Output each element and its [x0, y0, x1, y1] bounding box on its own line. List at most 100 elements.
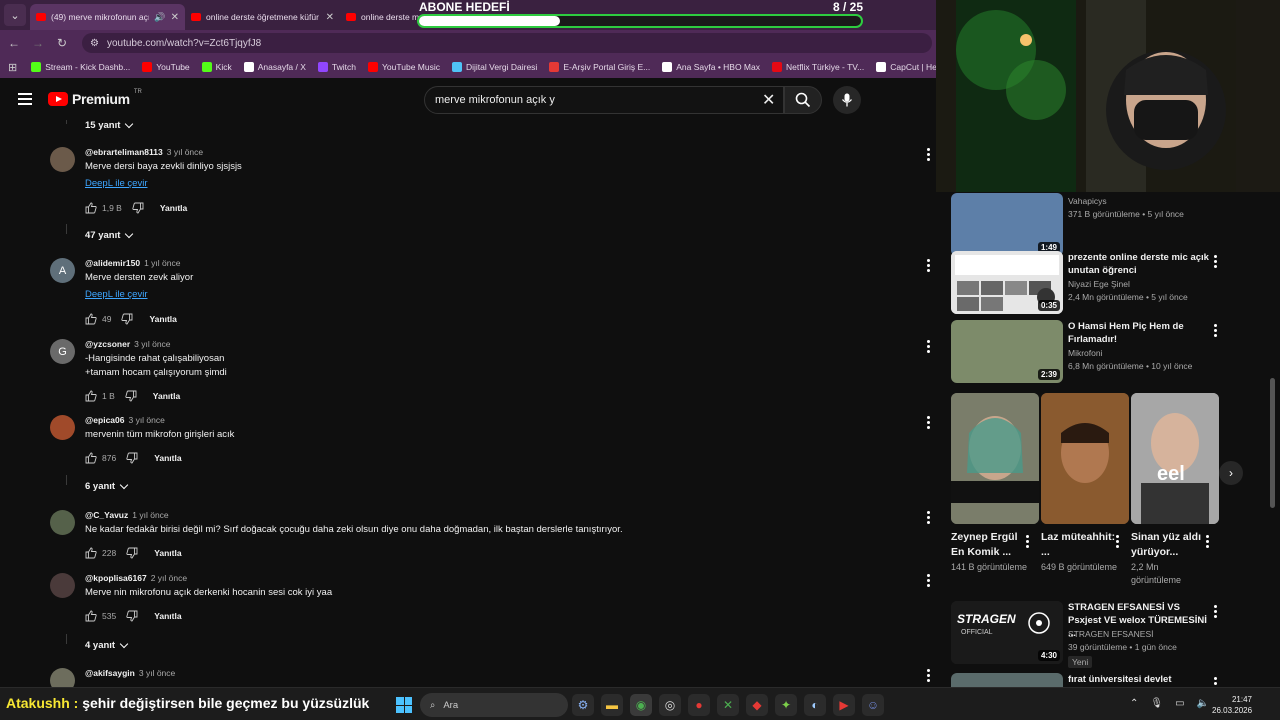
video-title[interactable]: O Hamsi Hem Piç Hem de Fırlamadır! [1068, 320, 1213, 346]
avatar[interactable] [50, 573, 75, 598]
short-thumbnail[interactable] [1041, 393, 1129, 524]
more-actions-icon[interactable] [926, 416, 930, 429]
sidebar-scrollbar[interactable] [1270, 378, 1275, 508]
search-input[interactable]: merve mikrofonun açık y [424, 86, 784, 114]
short-title[interactable]: Laz müteahhit: ... [1041, 530, 1116, 560]
reply-button[interactable]: Yanıtla [160, 203, 187, 213]
more-actions-icon[interactable] [926, 511, 930, 524]
file-explorer-icon[interactable]: ▬ [601, 694, 623, 716]
replies-toggle[interactable]: 4 yanıt [85, 639, 129, 651]
comment-author[interactable]: @alidemir150 [85, 258, 140, 268]
more-actions-icon[interactable] [1213, 605, 1217, 618]
site-info-icon[interactable]: ⚙ [90, 38, 99, 49]
more-actions-icon[interactable] [1213, 255, 1217, 268]
youtube-premium-logo[interactable]: Premium TR [48, 89, 142, 107]
obs-icon[interactable]: ◎ [659, 694, 681, 716]
comment-author[interactable]: @yzcsoner [85, 339, 130, 349]
short-card[interactable]: Laz müteahhit: ... 649 B görüntüleme [1041, 393, 1129, 572]
like-icon[interactable] [85, 202, 97, 214]
replies-toggle[interactable]: 6 yanıt [85, 480, 129, 492]
reply-button[interactable]: Yanıtla [149, 314, 176, 324]
menu-icon[interactable] [18, 93, 32, 105]
discord-icon[interactable]: ☺ [862, 694, 884, 716]
back-icon[interactable]: ← [4, 36, 24, 50]
avatar[interactable] [50, 147, 75, 172]
browser-tab-active[interactable]: (49) merve mikrofonun açık 🔊 ✕ [30, 4, 185, 30]
video-thumbnail[interactable]: 1:49 [951, 193, 1063, 256]
network-icon[interactable]: ▭ [1175, 698, 1184, 709]
microphone-icon[interactable]: 🎙 [1150, 698, 1163, 709]
short-title[interactable]: Sinan yüz aldı yürüyor... [1131, 530, 1206, 560]
comment-author[interactable]: @ebrarteliman8113 [85, 147, 163, 157]
video-thumbnail[interactable]: STRAGEN OFFICIAL 4:30 [951, 601, 1063, 664]
more-actions-icon[interactable] [926, 340, 930, 353]
bookmark-item[interactable]: E-Arşiv Portal Giriş E... [549, 62, 650, 72]
comment-time[interactable]: 1 yıl önce [144, 258, 180, 268]
settings-icon[interactable]: ⚙ [572, 694, 594, 716]
reload-icon[interactable]: ↻ [52, 36, 72, 50]
forward-icon[interactable]: → [28, 36, 48, 50]
short-thumbnail[interactable]: eel [1131, 393, 1219, 524]
capcut-icon[interactable]: ◆ [746, 694, 768, 716]
browser-tab[interactable]: online derste öğretmene küfür ✕ [185, 4, 340, 30]
like-icon[interactable] [85, 313, 97, 325]
apps-grid-icon[interactable]: ⊞ [8, 61, 17, 74]
bookmark-item[interactable]: Netflix Türkiye - TV... [772, 62, 864, 72]
reply-button[interactable]: Yanıtla [154, 611, 181, 621]
avatar[interactable] [50, 415, 75, 440]
bookmark-item[interactable]: Anasayfa / X [243, 62, 306, 72]
more-actions-icon[interactable] [926, 669, 930, 682]
more-actions-icon[interactable] [926, 259, 930, 272]
tab-close-icon[interactable]: ✕ [326, 12, 334, 23]
comment-time[interactable]: 1 yıl önce [132, 510, 168, 520]
short-title[interactable]: Zeynep Ergül En Komik ... [951, 530, 1026, 560]
video-title[interactable]: fırat üniversitesi devlet [1068, 673, 1213, 686]
comment-time[interactable]: 3 yıl önce [128, 415, 164, 425]
avatar[interactable] [50, 668, 75, 687]
video-thumbnail[interactable] [951, 673, 1063, 687]
bookmark-item[interactable]: YouTube [142, 62, 190, 72]
dislike-icon[interactable] [126, 610, 138, 622]
avatar[interactable] [50, 510, 75, 535]
voice-search-button[interactable] [833, 86, 861, 114]
recommended-video[interactable]: STRAGEN OFFICIAL 4:30 STRAGEN EFSANESİ VS P… [951, 601, 1280, 668]
more-actions-icon[interactable] [1213, 677, 1217, 687]
dislike-icon[interactable] [121, 313, 133, 325]
more-actions-icon[interactable] [1205, 535, 1209, 548]
recommended-video[interactable]: fırat üniversitesi devlet [951, 673, 1280, 687]
chevron-up-icon[interactable]: ⌃ [1130, 698, 1138, 709]
bookmark-item[interactable]: Kick [201, 62, 232, 72]
video-thumbnail[interactable]: 0:35 [951, 251, 1063, 314]
short-card[interactable]: Zeynep Ergül En Komik ... 141 B görüntüle… [951, 393, 1039, 572]
bookmark-item[interactable]: Ana Sayfa • HBO Max [662, 62, 760, 72]
recommended-video[interactable]: 0:35 prezente online derste mic açık unut… [951, 251, 1280, 315]
dislike-icon[interactable] [132, 202, 144, 214]
chrome-icon[interactable]: ◉ [630, 694, 652, 716]
shorts-next-button[interactable]: › [1219, 461, 1243, 485]
more-actions-icon[interactable] [1025, 535, 1029, 548]
comment-time[interactable]: 3 yıl önce [139, 668, 175, 678]
like-icon[interactable] [85, 610, 97, 622]
record-app-icon[interactable]: ● [688, 694, 710, 716]
bookmark-item[interactable]: Dijital Vergi Dairesi [451, 62, 537, 72]
reply-button[interactable]: Yanıtla [153, 391, 180, 401]
speaker-icon[interactable]: 🔊 [154, 12, 165, 23]
xbox-icon[interactable]: ✕ [717, 694, 739, 716]
translate-link[interactable]: DeepL ile çevir [85, 289, 147, 300]
translate-link[interactable]: DeepL ile çevir [85, 178, 147, 189]
comment-author[interactable]: @kpoplisa6167 [85, 573, 147, 583]
short-card[interactable]: eel Sinan yüz aldı yürüyor... 2,2 Mn görün… [1131, 393, 1219, 585]
video-channel[interactable]: Vahapicys [1068, 196, 1107, 206]
more-actions-icon[interactable] [926, 148, 930, 161]
dislike-icon[interactable] [126, 452, 138, 464]
clock[interactable]: 21:47 26.03.2026 [1212, 694, 1252, 716]
bookmark-item[interactable]: Stream - Kick Dashb... [31, 62, 130, 72]
like-icon[interactable] [85, 452, 97, 464]
bookmark-item[interactable]: YouTube Music [368, 62, 440, 72]
tab-close-icon[interactable]: ✕ [171, 12, 179, 23]
more-actions-icon[interactable] [1115, 535, 1119, 548]
steam-icon[interactable]: ◐ [804, 694, 826, 716]
replies-toggle[interactable]: 47 yanıt [85, 229, 134, 241]
avatar[interactable]: G [50, 339, 75, 364]
comment-author[interactable]: @akifsaygin [85, 668, 135, 678]
